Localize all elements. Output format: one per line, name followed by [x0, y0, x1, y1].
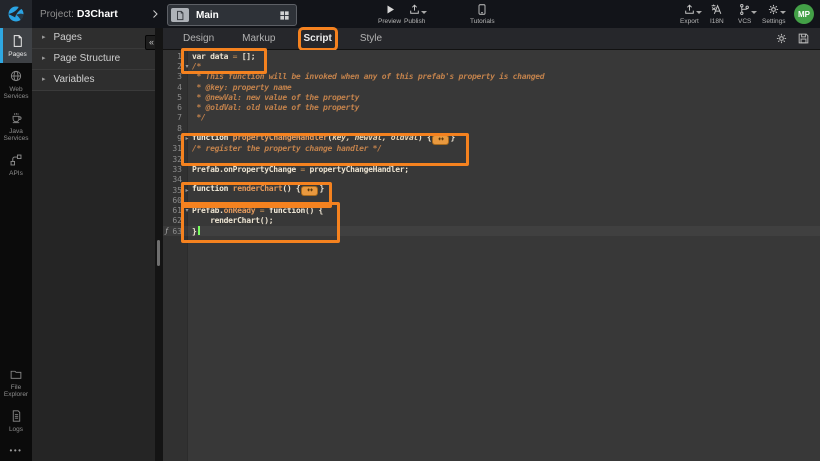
- page-name: Main: [189, 10, 279, 21]
- tutorials-icon: [476, 3, 488, 16]
- project-name: D3Chart: [77, 8, 118, 20]
- tab-style[interactable]: Style: [358, 31, 384, 47]
- rail-item-java-services[interactable]: Java Services: [0, 105, 32, 147]
- code-line-5[interactable]: 5 * @newVal: new value of the property: [163, 92, 820, 102]
- expand-triangle-icon: ▸: [42, 70, 46, 90]
- code-line-62[interactable]: 62 renderChart();: [163, 216, 820, 226]
- log-document-icon: [10, 409, 23, 423]
- sidebar-section-page-structure[interactable]: ▸ Page Structure: [32, 49, 155, 70]
- code-line-60[interactable]: 60: [163, 195, 820, 205]
- sidebar-section-label: Variables: [54, 70, 95, 90]
- tab-design[interactable]: Design: [181, 31, 216, 47]
- user-avatar[interactable]: MP: [794, 4, 814, 24]
- code-line-6[interactable]: 6 * @oldVal: old value of the property: [163, 102, 820, 112]
- folder-icon: [9, 368, 23, 381]
- dropdown-caret-icon: [751, 11, 757, 14]
- preview-button[interactable]: Preview: [378, 3, 401, 25]
- sidebar-section-label: Pages: [54, 28, 82, 48]
- pages-sidebar: ▸ Pages ▸ Page Structure ▸ Variables: [32, 28, 155, 461]
- play-icon: [384, 3, 396, 16]
- folded-code-widget[interactable]: ↔: [301, 186, 318, 196]
- rail-item-web-services[interactable]: Web Services: [0, 63, 32, 105]
- dropdown-caret-icon: [421, 11, 427, 14]
- rail-item-apis[interactable]: APIs: [0, 147, 32, 182]
- page-icon: [11, 34, 24, 48]
- app-logo[interactable]: [0, 0, 32, 28]
- dropdown-caret-icon: [780, 11, 786, 14]
- page-file-icon: [171, 8, 189, 22]
- branch-icon: [738, 3, 751, 16]
- tab-markup[interactable]: Markup: [240, 31, 277, 47]
- rail-more-button[interactable]: •••: [0, 438, 32, 461]
- i18n-button[interactable]: I18N: [710, 3, 724, 25]
- gear-icon: [767, 3, 780, 16]
- sidebar-section-label: Page Structure: [54, 49, 121, 69]
- export-button[interactable]: Export: [680, 3, 699, 25]
- export-icon: [683, 3, 696, 16]
- sidebar-section-pages[interactable]: ▸ Pages: [32, 28, 155, 49]
- code-line-31[interactable]: 31/* register the property change handle…: [163, 144, 820, 154]
- code-line-33[interactable]: 33Prefab.onPropertyChange = propertyChan…: [163, 164, 820, 174]
- wavemaker-logo-icon: [6, 4, 26, 24]
- folded-code-widget[interactable]: ↔: [432, 135, 449, 145]
- save-icon[interactable]: [797, 32, 810, 45]
- project-label: Project:: [40, 9, 74, 20]
- settings-button[interactable]: Settings: [762, 3, 786, 25]
- code-lines: 1var data = [];2▾/*3 * This function wil…: [163, 51, 820, 236]
- project-breadcrumb: Project:D3Chart: [40, 0, 118, 28]
- coffee-cup-icon: [9, 111, 23, 125]
- code-line-4[interactable]: 4 * @key: property name: [163, 82, 820, 92]
- active-page-tab[interactable]: Main: [167, 4, 297, 26]
- publish-button[interactable]: Publish: [404, 3, 425, 25]
- code-line-63[interactable]: ƒ63}: [163, 226, 820, 236]
- vcs-button[interactable]: VCS: [738, 3, 751, 25]
- wavemaker-studio: Project:D3Chart Main Preview Pub: [0, 0, 820, 461]
- editor-tab-bar: Design Markup Script Style: [163, 28, 820, 50]
- tab-script[interactable]: Script: [302, 31, 334, 47]
- code-line-3[interactable]: 3 * This function will be invoked when a…: [163, 72, 820, 82]
- sidebar-scrollbar-thumb[interactable]: [157, 240, 160, 266]
- expand-triangle-icon: ▸: [42, 28, 46, 48]
- code-line-61[interactable]: 61▾Prefab.onReady = function() {: [163, 205, 820, 215]
- publish-upload-icon: [408, 3, 421, 16]
- code-line-1[interactable]: 1var data = [];: [163, 51, 820, 61]
- code-line-9[interactable]: 9▸function propertyChangeHandler(key, ne…: [163, 133, 820, 143]
- sidebar-section-variables[interactable]: ▸ Variables: [32, 70, 155, 91]
- globe-icon: [9, 69, 23, 83]
- dropdown-caret-icon: [696, 11, 702, 14]
- translate-icon: [710, 3, 723, 16]
- page-switcher-grid-icon[interactable]: [279, 10, 290, 21]
- left-rail: Pages Web Services Java Services APIs Fi…: [0, 28, 32, 461]
- code-line-35[interactable]: 35▸function renderChart() {↔}: [163, 185, 820, 195]
- script-settings-gear-icon[interactable]: [775, 32, 788, 45]
- panel-divider: [155, 28, 163, 461]
- text-cursor: [198, 226, 200, 235]
- code-editor[interactable]: 1var data = [];2▾/*3 * This function wil…: [163, 50, 820, 461]
- expand-triangle-icon: ▸: [42, 49, 46, 69]
- code-line-32[interactable]: 32: [163, 154, 820, 164]
- rail-item-pages[interactable]: Pages: [0, 28, 32, 63]
- tutorials-button[interactable]: Tutorials: [470, 3, 495, 25]
- code-line-7[interactable]: 7 */: [163, 113, 820, 123]
- code-line-2[interactable]: 2▾/*: [163, 61, 820, 71]
- rail-item-file-explorer[interactable]: File Explorer: [0, 362, 32, 403]
- rail-item-logs[interactable]: Logs: [0, 403, 32, 438]
- chevron-right-icon: [149, 7, 161, 21]
- top-bar: Project:D3Chart Main Preview Pub: [0, 0, 820, 29]
- api-connector-icon: [9, 153, 23, 167]
